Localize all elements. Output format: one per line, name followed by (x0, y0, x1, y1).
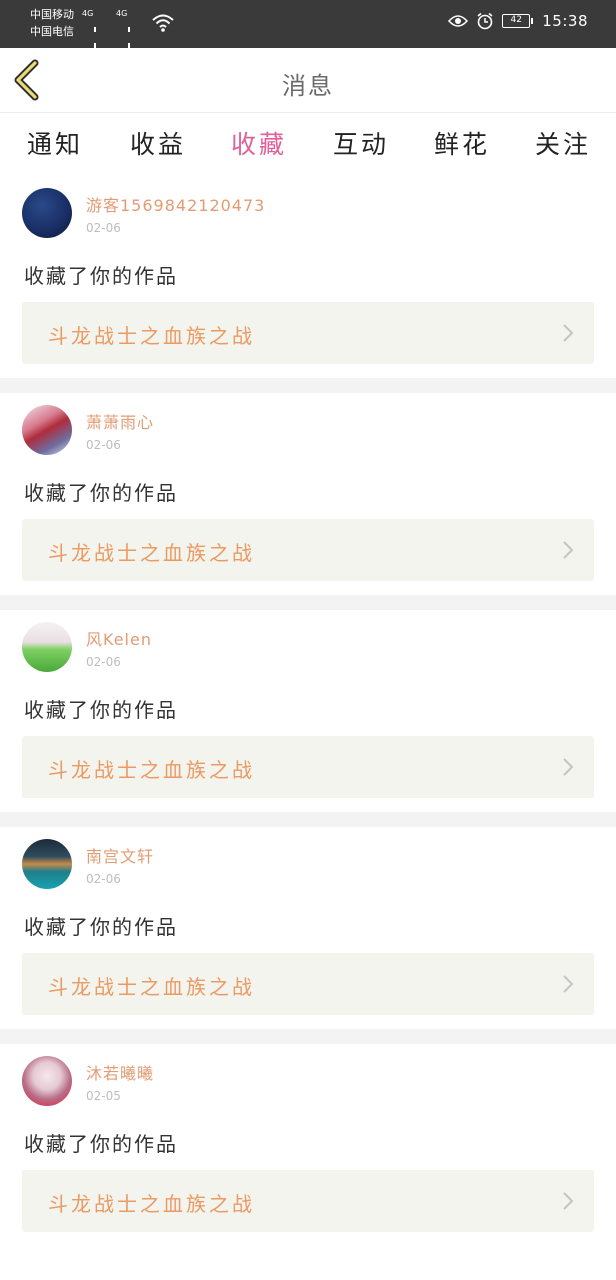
header: 消息 (0, 48, 616, 113)
status-bar: 中国移动 中国电信 4G 4G 42 15:38 (0, 0, 616, 108)
work-title: 斗龙战士之血族之战 (48, 324, 255, 348)
clock: 15:38 (542, 12, 588, 30)
tab-label: 鲜花 (433, 130, 490, 159)
username[interactable]: 南宫文轩 (86, 843, 154, 867)
work-card[interactable]: 斗龙战士之血族之战 (22, 519, 594, 581)
eye-icon (448, 15, 469, 27)
message-text: 收藏了你的作品 (24, 915, 178, 939)
tab-following[interactable]: 关注 (528, 125, 598, 169)
chevron-right-icon (563, 1192, 574, 1210)
username[interactable]: 沐若曦曦 (86, 1060, 154, 1084)
tab-notifications[interactable]: 通知 (20, 125, 90, 169)
message-text: 收藏了你的作品 (24, 264, 178, 288)
tab-label: 通知 (26, 130, 83, 159)
chevron-right-icon (563, 541, 574, 559)
message-date: 02-06 (86, 221, 121, 235)
username[interactable]: 游客15698421204​73 (86, 192, 265, 216)
list-item: 萧萧雨心 02-06 收藏了你的作品 斗龙战士之血族之战 (0, 393, 616, 595)
message-text: 收藏了你的作品 (24, 1132, 178, 1156)
message-date: 02-06 (86, 438, 121, 452)
network-2-label: 4G (116, 9, 128, 18)
chevron-right-icon (563, 324, 574, 342)
carrier-2: 中国电信 (30, 25, 74, 38)
work-title: 斗龙战士之血族之战 (48, 1192, 255, 1216)
message-date: 02-05 (86, 1089, 121, 1103)
work-title: 斗龙战士之血族之战 (48, 541, 255, 565)
tab-flowers[interactable]: 鲜花 (427, 125, 497, 169)
list-item: 风Kelen 02-06 收藏了你的作品 斗龙战士之血族之战 (0, 610, 616, 812)
avatar[interactable] (22, 188, 72, 238)
wifi-icon (152, 14, 174, 32)
divider (0, 812, 616, 827)
work-card[interactable]: 斗龙战士之血族之战 (22, 953, 594, 1015)
tab-bar: 通知 收益 收藏 互动 鲜花 关注 (0, 113, 616, 179)
work-card[interactable]: 斗龙战士之血族之战 (22, 1170, 594, 1232)
chevron-right-icon (563, 975, 574, 993)
message-text: 收藏了你的作品 (24, 481, 178, 505)
divider (0, 595, 616, 610)
battery-icon: 42 (502, 14, 534, 28)
chevron-right-icon (563, 758, 574, 776)
username[interactable]: 风Kelen (86, 626, 152, 650)
list-item: 南宫文轩 02-06 收藏了你的作品 斗龙战士之血族之战 (0, 827, 616, 1029)
page-title: 消息 (282, 72, 334, 100)
carriers: 中国移动 中国电信 (30, 6, 74, 40)
work-title: 斗龙战士之血族之战 (48, 758, 255, 782)
message-list: 游客15698421204​73 02-06 收藏了你的作品 斗龙战士之血族之战… (0, 176, 616, 1246)
network-1-label: 4G (82, 9, 94, 18)
tab-label: 收藏 (230, 130, 287, 159)
status-right: 42 15:38 (448, 12, 588, 30)
username[interactable]: 萧萧雨心 (86, 409, 154, 433)
work-title: 斗龙战士之血族之战 (48, 975, 255, 999)
tab-favorites[interactable]: 收藏 (224, 125, 294, 179)
carrier-1: 中国移动 (30, 8, 74, 21)
list-item: 沐若曦曦 02-05 收藏了你的作品 斗龙战士之血族之战 (0, 1044, 616, 1246)
message-date: 02-06 (86, 655, 121, 669)
work-card[interactable]: 斗龙战士之血族之战 (22, 302, 594, 364)
list-item: 游客15698421204​73 02-06 收藏了你的作品 斗龙战士之血族之战 (0, 176, 616, 378)
tab-label: 互动 (332, 130, 389, 159)
avatar[interactable] (22, 405, 72, 455)
divider (0, 1029, 616, 1044)
avatar[interactable] (22, 1056, 72, 1106)
divider (0, 378, 616, 393)
tab-label: 收益 (129, 130, 186, 159)
message-text: 收藏了你的作品 (24, 698, 178, 722)
tab-label: 关注 (534, 130, 591, 159)
tab-interactions[interactable]: 互动 (326, 125, 396, 169)
message-date: 02-06 (86, 872, 121, 886)
avatar[interactable] (22, 622, 72, 672)
avatar[interactable] (22, 839, 72, 889)
work-card[interactable]: 斗龙战士之血族之战 (22, 736, 594, 798)
alarm-icon (477, 12, 493, 30)
tab-earnings[interactable]: 收益 (123, 125, 193, 169)
